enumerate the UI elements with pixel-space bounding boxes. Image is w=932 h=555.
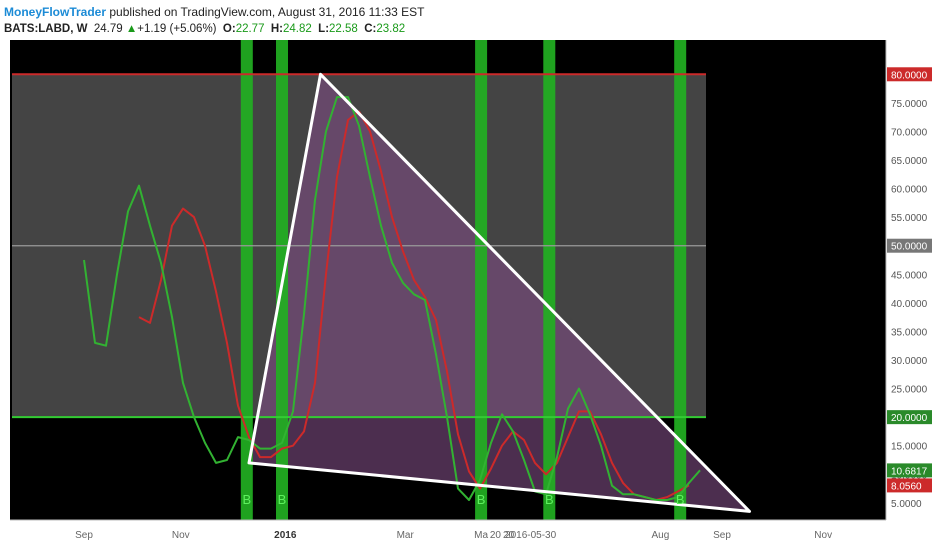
buy-signal-label: B <box>278 492 287 507</box>
price-tick-label: 70.0000 <box>891 127 928 138</box>
buy-signal-bar <box>475 40 488 520</box>
time-tick-label: Nov <box>172 530 190 541</box>
last-value-label: 8.0560 <box>891 481 922 492</box>
close-value: 23.82 <box>376 23 406 35</box>
author-name[interactable]: MoneyFlowTrader <box>4 5 106 19</box>
time-tick-label: 2016-05-30 <box>505 530 557 541</box>
last-value-label: 10.6817 <box>891 466 928 477</box>
low-label: L: <box>318 23 330 35</box>
price-tick-label: 25.0000 <box>891 385 928 396</box>
buy-signal-label: B <box>242 492 251 507</box>
price-tick-label: 55.0000 <box>891 213 928 224</box>
price-tick-label: 15.0000 <box>891 442 928 453</box>
time-tick-label: 20 <box>490 530 502 541</box>
time-tick-label: Ma <box>474 530 488 541</box>
price-tick-label: 35.0000 <box>891 327 928 338</box>
price-chart[interactable]: BBBBB5.000010.000015.000020.000025.00003… <box>0 40 932 550</box>
time-tick-label: Sep <box>713 530 731 541</box>
high-label: H: <box>270 23 283 35</box>
open-value: 22.77 <box>235 23 265 35</box>
buy-signal-bar <box>674 40 687 520</box>
buy-signal-label: B <box>545 492 554 507</box>
symbol-line: BATS:LABD, W 24.79 ▲+1.19 (+5.06%) O:22.… <box>4 23 405 35</box>
low-value: 22.58 <box>329 23 358 35</box>
time-tick-label: Sep <box>75 530 93 541</box>
price-tick-label: 75.0000 <box>891 99 928 110</box>
close-label: C: <box>364 23 377 35</box>
time-tick-label: Mar <box>397 530 415 541</box>
time-tick-label: Aug <box>652 530 670 541</box>
buy-signal-bar <box>543 40 556 520</box>
price-tick-label: 5.0000 <box>891 499 922 510</box>
level-tag-label: 80.0000 <box>891 70 928 81</box>
price-change: +1.19 (+5.06%) <box>137 23 217 35</box>
high-value: 24.82 <box>283 23 312 35</box>
level-tag-label: 20.0000 <box>891 413 928 424</box>
chart-header: MoneyFlowTrader published on TradingView… <box>0 0 932 40</box>
level-tag-label: 50.0000 <box>891 242 928 253</box>
open-label: O: <box>222 23 236 35</box>
last-price: 24.79 <box>93 23 123 35</box>
time-axis-background <box>0 520 932 550</box>
buy-signal-label: B <box>676 492 685 507</box>
time-tick-label: Nov <box>814 530 832 541</box>
price-tick-label: 65.0000 <box>891 156 928 167</box>
price-tick-label: 30.0000 <box>891 356 928 367</box>
buy-signal-label: B <box>477 492 486 507</box>
up-arrow-icon: ▲ <box>125 23 138 35</box>
price-tick-label: 45.0000 <box>891 270 928 281</box>
price-tick-label: 40.0000 <box>891 299 928 310</box>
price-tick-label: 60.0000 <box>891 185 928 196</box>
chart-area[interactable]: BBBBB5.000010.000015.000020.000025.00003… <box>0 40 932 550</box>
publish-line: MoneyFlowTrader published on TradingView… <box>4 5 424 19</box>
published-text: published on TradingView.com, August 31,… <box>109 5 425 19</box>
time-tick-label: 2016 <box>274 530 297 541</box>
symbol-label: BATS:LABD, W <box>4 23 88 35</box>
